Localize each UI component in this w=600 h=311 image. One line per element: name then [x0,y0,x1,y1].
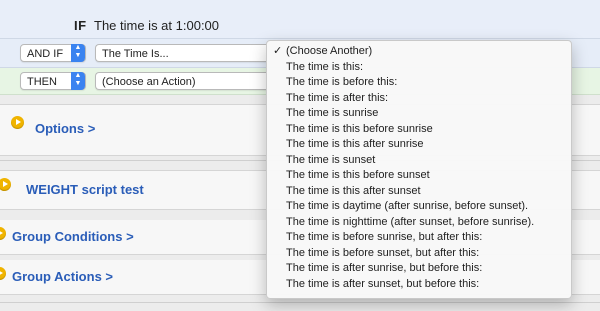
menu-item[interactable]: The time is this after sunset [267,184,571,200]
menu-item[interactable]: The time is this before sunrise [267,122,571,138]
condition-type-select[interactable]: The Time Is... [95,44,267,62]
menu-item[interactable]: The time is sunrise [267,106,571,122]
action-label: (Choose an Action) [102,76,196,88]
play-icon [0,178,11,191]
menu-item[interactable]: The time is daytime (after sunrise, befo… [267,199,571,215]
menu-item[interactable]: The time is this before sunset [267,168,571,184]
play-icon [0,227,6,240]
menu-item[interactable]: The time is nighttime (after sunset, bef… [267,215,571,231]
if-condition-text: The time is at 1:00:00 [94,18,220,33]
menu-item[interactable]: The time is this: [267,60,571,76]
menu-item[interactable]: The time is before sunset, but after thi… [267,246,571,262]
then-operator-select[interactable]: THEN ▲ ▼ [20,72,86,90]
condition-type-label: The Time Is... [102,48,169,60]
and-if-operator-label: AND IF [27,48,64,60]
select-stepper-icon: ▲ ▼ [71,44,85,62]
condition-dropdown-menu[interactable]: ✓ (Choose Another) The time is this: The … [266,40,572,299]
select-stepper-icon: ▲ ▼ [71,72,85,90]
options-link[interactable]: Options > [35,121,95,136]
if-keyword: IF [74,18,87,33]
menu-item[interactable]: The time is after sunset, but before thi… [267,277,571,293]
group-conditions-link[interactable]: Group Conditions > [12,229,134,244]
menu-item[interactable]: The time is after sunrise, but before th… [267,261,571,277]
divider [0,302,600,303]
play-icon [0,267,6,280]
menu-item[interactable]: The time is before this: [267,75,571,91]
checkmark-icon: ✓ [273,45,283,57]
action-select[interactable]: (Choose an Action) [95,72,267,90]
then-operator-label: THEN [27,76,57,88]
menu-item[interactable]: ✓ (Choose Another) [267,44,571,60]
menu-item[interactable]: The time is this after sunrise [267,137,571,153]
menu-item[interactable]: The time is sunset [267,153,571,169]
and-if-operator-select[interactable]: AND IF ▲ ▼ [20,44,86,62]
play-icon [11,116,24,129]
menu-item[interactable]: The time is after this: [267,91,571,107]
group-actions-link[interactable]: Group Actions > [12,269,113,284]
menu-item[interactable]: The time is before sunrise, but after th… [267,230,571,246]
if-condition-row: IF The time is at 1:00:00 [0,0,600,39]
script-title[interactable]: WEIGHT script test [26,182,144,197]
